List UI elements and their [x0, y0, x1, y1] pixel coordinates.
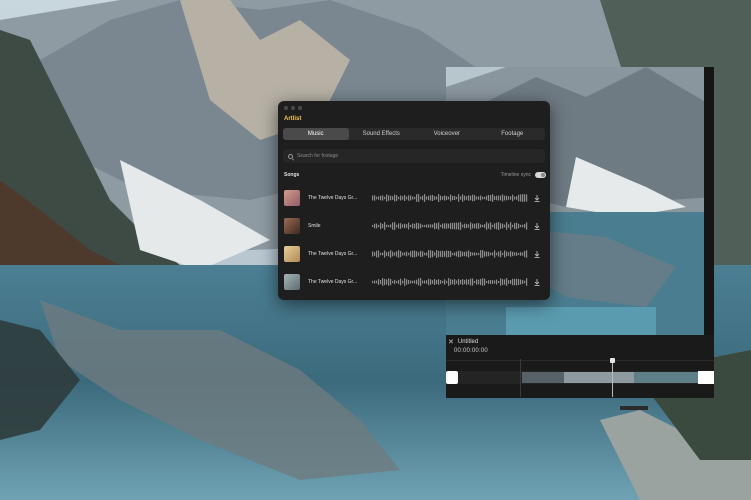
close-icon[interactable]: ✕ [448, 338, 454, 346]
timeline-sync: Timeline sync [501, 172, 546, 178]
download-icon[interactable] [533, 250, 541, 258]
timeline-sync-toggle[interactable] [535, 172, 546, 178]
window-fragment [620, 406, 648, 410]
song-row[interactable]: The Twelve Days Gr... [284, 272, 544, 292]
close-window-button[interactable] [284, 106, 288, 110]
timeline-sync-label: Timeline sync [500, 172, 531, 178]
video-track[interactable] [446, 371, 714, 384]
download-icon[interactable] [533, 278, 541, 286]
window-controls [284, 106, 302, 110]
song-thumbnail [284, 246, 300, 262]
brand-logo: Artlist [284, 116, 302, 122]
timeline-panel: ✕ Untitled 00:00:00:00 [446, 335, 714, 398]
tab-footage[interactable]: Footage [480, 128, 546, 140]
project-header: ✕ Untitled [446, 337, 478, 347]
search-icon [288, 153, 293, 159]
search-input[interactable] [297, 153, 497, 159]
window-edge [704, 67, 714, 335]
tab-music[interactable]: Music [283, 128, 349, 140]
song-waveform[interactable] [372, 249, 528, 259]
song-title: The Twelve Days Gr... [308, 279, 358, 285]
video-clip[interactable] [634, 372, 698, 383]
timecode: 00:00:00:00 [454, 348, 488, 354]
song-title: The Twelve Days Gr... [308, 251, 358, 257]
song-waveform[interactable] [372, 221, 528, 231]
song-row[interactable]: The Twelve Days Gr... [284, 244, 544, 264]
search-bar[interactable] [283, 149, 545, 163]
video-clip[interactable] [522, 372, 564, 383]
song-title: Smile [308, 223, 321, 229]
playhead[interactable] [610, 358, 615, 397]
timeline-marker [520, 359, 521, 397]
song-waveform[interactable] [372, 277, 528, 287]
tab-voiceover[interactable]: Voiceover [414, 128, 480, 140]
song-title: The Twelve Days Gr... [308, 195, 358, 201]
zoom-window-button[interactable] [298, 106, 302, 110]
project-name: Untitled [457, 339, 479, 345]
timeline-ruler[interactable] [446, 360, 714, 361]
song-thumbnail [284, 218, 300, 234]
song-waveform[interactable] [372, 193, 528, 203]
track-end-clip[interactable] [698, 371, 714, 384]
song-row[interactable]: The Twelve Days Gr... [284, 188, 544, 208]
song-thumbnail [284, 190, 300, 206]
minimize-window-button[interactable] [291, 106, 295, 110]
video-clip[interactable] [564, 372, 634, 383]
download-icon[interactable] [533, 222, 541, 230]
songs-header: Songs Timeline sync [284, 172, 546, 180]
tab-bar: Music Sound Effects Voiceover Footage [283, 128, 545, 140]
track-start-clip[interactable] [446, 371, 458, 384]
section-title: Songs [284, 172, 300, 178]
song-thumbnail [284, 274, 300, 290]
artlist-panel: Artlist Music Sound Effects Voiceover Fo… [278, 101, 550, 300]
song-row[interactable]: Smile [284, 216, 544, 236]
download-icon[interactable] [533, 194, 541, 202]
tab-sound-effects[interactable]: Sound Effects [349, 128, 415, 140]
